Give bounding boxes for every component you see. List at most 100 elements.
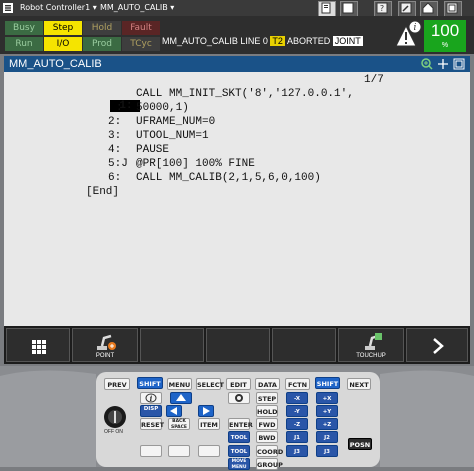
window-title: MM_AUTO_CALIB [9,58,102,70]
line-number: 5:J [108,158,128,170]
info-key[interactable]: i [140,392,162,404]
jog-xn-key[interactable]: -X [286,392,308,404]
menu-key[interactable]: MENU [167,378,192,390]
status-line: LINE 0 [240,36,268,46]
f3-button[interactable] [206,328,270,362]
menu-icon[interactable] [2,2,14,14]
line-text: UFRAME_NUM=0 [136,116,216,128]
window-icon [342,2,354,14]
zoom-in-icon[interactable] [421,58,433,70]
program-editor[interactable]: 1/7 1: CALL MM_INIT_SKT('8','127.0.0.1',… [4,72,470,326]
num-key-2[interactable] [168,445,190,457]
status-state: ABORTED [286,36,331,46]
line-text: CALL MM_INIT_SKT('8','127.0.0.1', [136,88,354,100]
move-menu-key[interactable]: MOVE MENU [228,458,250,470]
bwd-key[interactable]: BWD [256,431,278,443]
status-io: I/O [44,37,82,51]
move-icon[interactable] [437,58,449,70]
override-indicator[interactable]: 100 % [424,20,466,52]
reset-key[interactable]: RESET [140,418,164,430]
fullscreen-button[interactable] [444,1,462,17]
program-name: MM_AUTO_CALIB [100,3,168,12]
enable-keyswitch[interactable] [104,406,126,428]
split-screen-button[interactable] [340,1,358,17]
status-hold: Hold [83,21,121,35]
arrow-left-icon [170,407,177,415]
group-key[interactable]: GROUP [256,458,283,470]
fwd-key[interactable]: FWD [256,418,278,430]
left-arrow-key[interactable] [166,405,182,417]
jog-zn-key[interactable]: -Z [286,418,308,430]
chevron-right-icon [433,338,444,354]
override-unit: % [441,42,449,49]
robot-touchup-icon [365,333,382,350]
num-key-3[interactable] [198,445,220,457]
status-step: Step [44,21,82,35]
coord-key[interactable]: COORD [256,445,283,457]
info-icon: i [145,393,157,403]
right-arrow-key[interactable] [198,405,214,417]
disp-key[interactable]: DISP [140,405,162,417]
line-text: CALL MM_CALIB(2,1,5,6,0,100) [136,172,321,184]
hold-key[interactable]: HOLD [256,405,278,417]
tool-key[interactable]: TOOL [228,431,250,443]
program-status: MM_AUTO_CALIB LINE 0 T2 ABORTED JOINT [162,20,394,48]
line-text: PAUSE [136,144,170,156]
line-number: 4: [108,144,122,156]
step-key[interactable]: STEP [256,392,278,404]
fullscreen-icon [446,2,458,14]
data-key[interactable]: DATA [255,378,280,390]
home-button[interactable] [420,1,438,17]
edit-key[interactable]: EDIT [226,378,251,390]
next-page-button[interactable] [406,328,468,362]
status-mode: T2 [270,36,285,46]
jog-zp-key[interactable]: +Z [316,418,338,430]
document-icon [321,2,331,14]
tools-button[interactable] [398,1,416,17]
svg-text:i: i [414,23,417,33]
status-prod: Prod [83,37,121,51]
up-arrow-key[interactable] [170,392,192,404]
line-number: 3: [108,130,122,142]
status-tcyc: TCyc [122,37,160,51]
next-key[interactable]: NEXT [347,378,371,390]
alarm-info-icon[interactable]: i [393,18,423,50]
point-button[interactable]: POINT [72,328,138,362]
status-program: MM_AUTO_CALIB [162,36,238,46]
fctn-key[interactable]: FCTN [285,378,310,390]
gear-key[interactable] [228,392,250,404]
shift-key-right[interactable]: SHIFT [315,377,340,389]
key-switch-label: OFF ON [104,429,123,435]
jog-yp-key[interactable]: +Y [316,405,338,417]
help-button[interactable]: ? [374,1,392,17]
tool-key-2[interactable]: TOOL [228,445,250,457]
menu-grid-button[interactable] [6,328,70,362]
enter-key[interactable]: ENTER [228,418,253,430]
jog-j3p-key[interactable]: J3 [316,445,338,457]
backspace-key[interactable]: BACK SPACE [168,418,190,430]
jog-xp-key[interactable]: +X [316,392,338,404]
page-indicator: 1/7 [364,74,384,86]
touchup-button[interactable]: TOUCHUP [338,328,404,362]
jog-j3-key[interactable]: J3 [286,445,308,457]
svg-text:?: ? [380,4,384,13]
jog-j2-key[interactable]: J2 [316,431,338,443]
posn-key[interactable]: POSN [348,438,372,450]
jog-yn-key[interactable]: -Y [286,405,308,417]
select-key[interactable]: SELECT [196,378,224,390]
maximize-icon[interactable] [453,58,465,70]
screen-toggle-button[interactable] [318,1,336,17]
f4-button[interactable] [272,328,336,362]
point-label: POINT [95,353,115,359]
item-key[interactable]: ITEM [198,418,220,430]
robot-point-icon [97,334,116,350]
f2-button[interactable] [140,328,204,362]
num-key-1[interactable] [140,445,162,457]
shift-key-left[interactable]: SHIFT [137,377,163,389]
prev-key[interactable]: PREV [104,378,130,390]
jog-j1-key[interactable]: J1 [286,431,308,443]
controller-selector[interactable]: Robot Controller1 ▾ [20,3,97,12]
end-marker: [End] [86,186,120,198]
line-text: 50000,1) [136,102,189,114]
program-selector[interactable]: MM_AUTO_CALIB ▾ [100,3,174,12]
